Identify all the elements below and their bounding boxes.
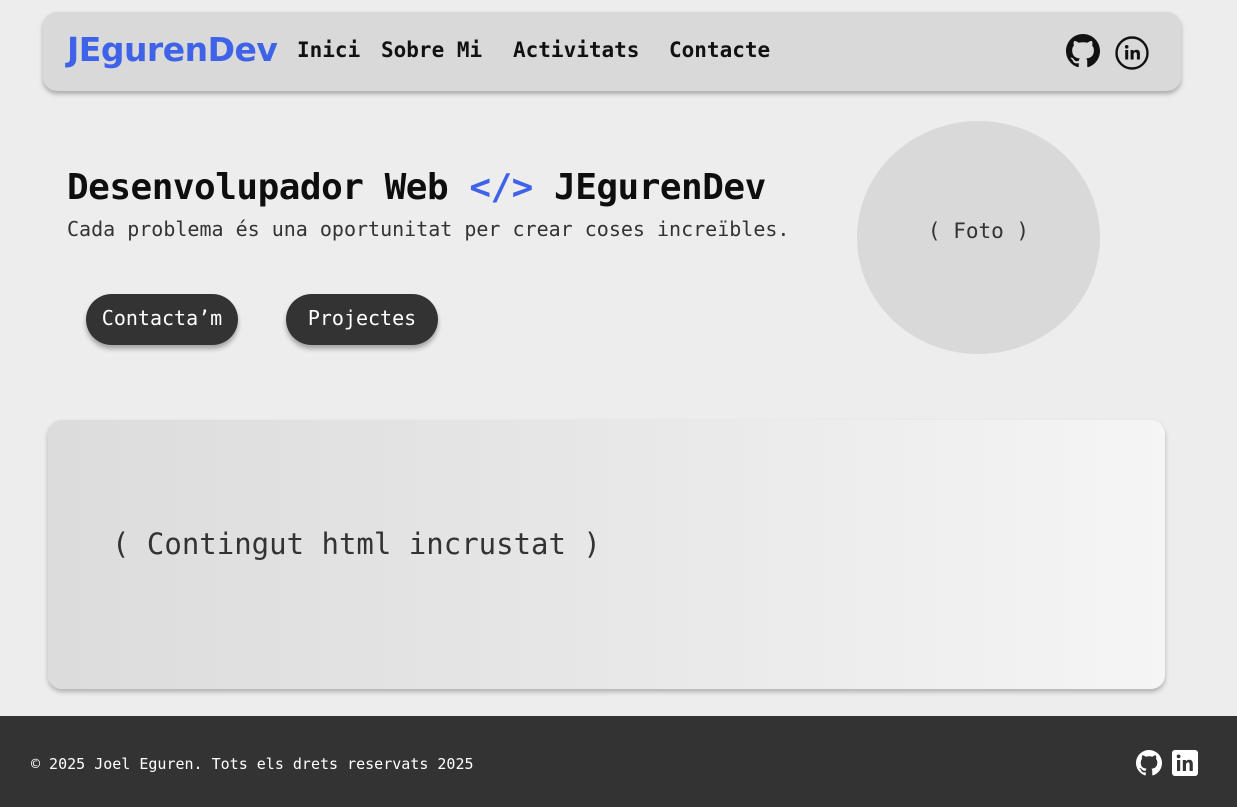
linkedin-icon[interactable] bbox=[1115, 36, 1149, 74]
navbar: JEgurenDev Inici Sobre Mi Activitats Con… bbox=[43, 12, 1181, 91]
code-tag-icon: </> bbox=[469, 167, 533, 208]
hero-subtitle: Cada problema és una oportunitat per cre… bbox=[67, 217, 790, 241]
brand-logo[interactable]: JEgurenDev bbox=[67, 30, 278, 69]
photo-placeholder-label: ( Foto ) bbox=[927, 218, 1030, 243]
projects-button[interactable]: Projectes bbox=[286, 294, 438, 345]
embedded-content-panel: ( Contingut html incrustat ) bbox=[48, 420, 1165, 689]
hero-title-prefix: Desenvolupador Web bbox=[67, 167, 470, 208]
embedded-content-placeholder: ( Contingut html incrustat ) bbox=[112, 527, 601, 561]
footer-copyright: © 2025 Joel Eguren. Tots els drets reser… bbox=[31, 755, 474, 773]
nav-link-sobre-mi[interactable]: Sobre Mi bbox=[381, 38, 482, 62]
footer-linkedin-icon[interactable] bbox=[1172, 750, 1198, 780]
footer: © 2025 Joel Eguren. Tots els drets reser… bbox=[0, 716, 1237, 807]
profile-photo-placeholder: ( Foto ) bbox=[857, 121, 1100, 354]
hero-title-suffix: JEgurenDev bbox=[532, 167, 766, 208]
hero-title: Desenvolupador Web </> JEgurenDev bbox=[67, 167, 766, 208]
nav-link-inici[interactable]: Inici bbox=[297, 38, 360, 62]
contact-button[interactable]: Contacta’m bbox=[86, 294, 238, 345]
nav-link-activitats[interactable]: Activitats bbox=[513, 38, 639, 62]
footer-github-icon[interactable] bbox=[1136, 750, 1162, 780]
nav-link-contacte[interactable]: Contacte bbox=[669, 38, 770, 62]
github-icon[interactable] bbox=[1066, 34, 1100, 72]
